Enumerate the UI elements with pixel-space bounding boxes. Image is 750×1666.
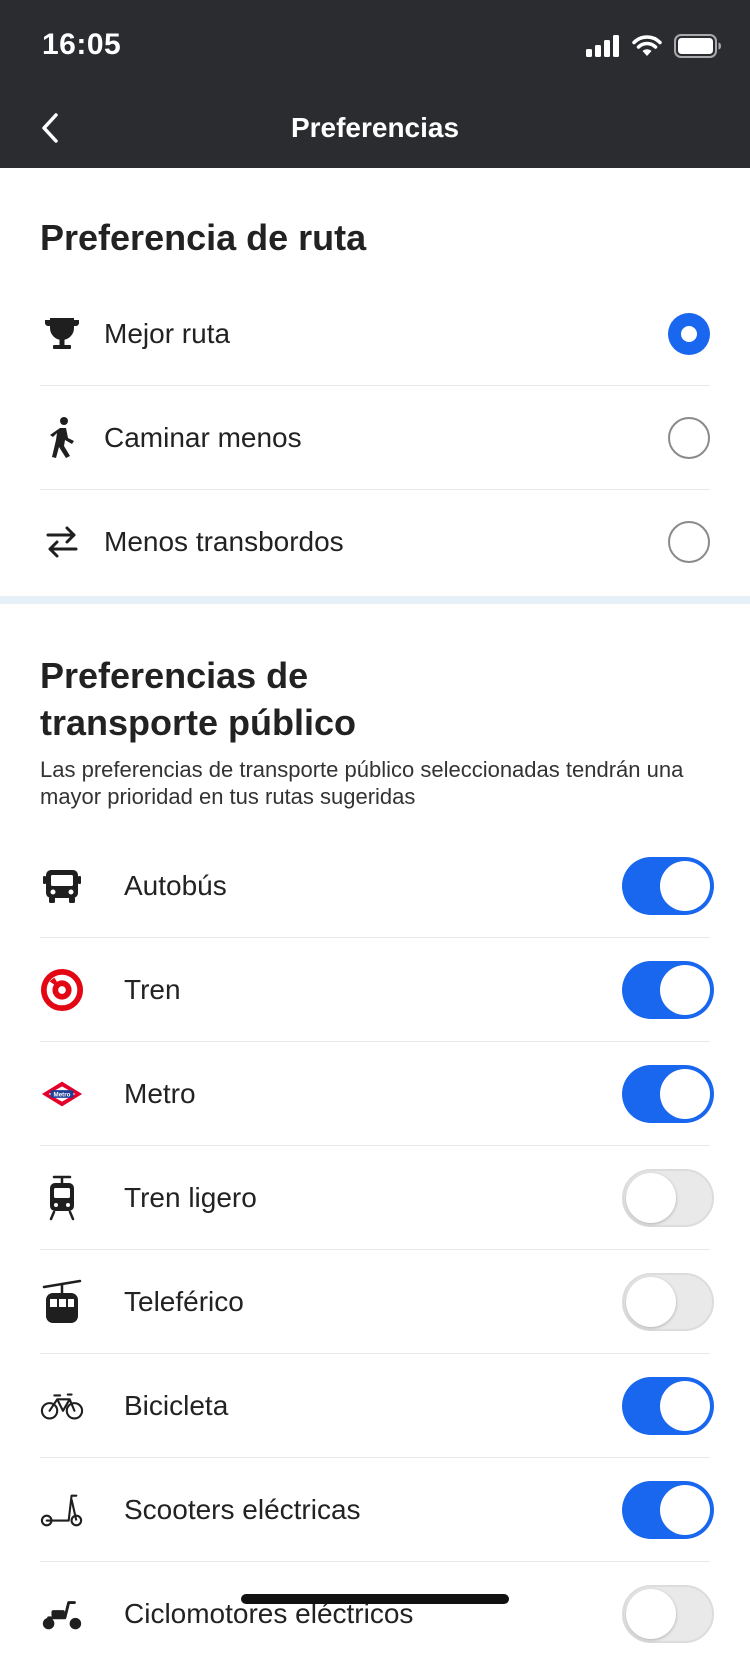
transport-description: Las preferencias de transporte público s… [40,757,684,809]
radio-best-route[interactable] [668,312,710,355]
toggle-knob [660,1380,710,1431]
toggle-cable-car[interactable] [622,1272,714,1331]
walk-icon [40,416,84,460]
cable-car-icon [40,1279,84,1324]
top-bar: 16:05 Preferencias [0,0,750,168]
mode-row-scooter[interactable]: Scooters eléctricas [40,1458,714,1562]
toggle-knob [626,1589,676,1639]
toggle-knob [626,1276,676,1327]
toggle-metro[interactable] [622,1064,714,1123]
battery-icon [674,34,721,58]
scooter-icon [40,1488,84,1532]
section-divider [0,596,750,604]
mode-label: Scooters eléctricas [124,1493,361,1525]
route-option-fewer-transfers[interactable]: Menos transbordos [40,490,710,594]
toggle-knob [660,1484,710,1535]
signal-icon [586,35,619,57]
status-icons [586,32,722,60]
mode-row-bicycle[interactable]: Bicicleta [40,1354,714,1458]
transport-title-line2: transporte público [40,702,357,743]
page-title: Preferencias [290,112,460,143]
toggle-knob [660,860,710,911]
mode-label: Tren ligero [124,1181,257,1213]
bus-icon [40,864,84,908]
mode-row-metro[interactable]: Metro Metro [40,1042,714,1146]
mode-row-light-rail[interactable]: Tren ligero [40,1146,714,1250]
toggle-light-rail[interactable] [622,1168,714,1227]
mode-row-bus[interactable]: Autobús [40,834,714,938]
route-option-best[interactable]: Mejor ruta [40,282,710,386]
light-rail-icon [40,1175,84,1220]
toggle-train[interactable] [622,960,714,1019]
mode-label: Tren [124,973,181,1005]
mode-label: Metro [124,1077,196,1109]
toggle-knob [626,1172,676,1223]
toggle-bus[interactable] [622,856,714,915]
metro-icon: Metro [40,1072,84,1116]
radio-less-walking[interactable] [668,416,710,459]
route-option-label: Caminar menos [104,421,302,453]
status-time: 16:05 [42,28,122,61]
toggle-bicycle[interactable] [622,1376,714,1435]
mode-label: Autobús [124,869,227,901]
route-section-title: Preferencia de ruta [40,217,367,258]
route-option-less-walking[interactable]: Caminar menos [40,386,710,490]
transport-title-line1: Preferencias de [40,655,309,696]
toggle-scooter[interactable] [622,1480,714,1539]
metro-icon-text: Metro [54,1091,71,1098]
transport-section-title: Preferencias de transporte público [40,652,356,746]
transfer-icon [40,520,84,564]
train-icon [40,968,84,1012]
toggle-knob [660,1068,710,1119]
mode-row-train[interactable]: Tren [40,938,714,1042]
radio-fewer-transfers[interactable] [668,521,710,563]
toggle-moped[interactable] [622,1585,714,1643]
home-indicator[interactable] [241,1594,509,1604]
mode-label: Bicicleta [124,1389,229,1421]
toggle-knob [660,964,710,1015]
moped-icon [40,1592,84,1636]
route-option-label: Mejor ruta [104,317,231,349]
bicycle-icon [40,1384,84,1428]
route-option-label: Menos transbordos [104,526,344,557]
mode-label: Teleférico [124,1285,244,1317]
mode-row-cable-car[interactable]: Teleférico [40,1250,714,1354]
trophy-icon [40,312,84,356]
mode-row-moped[interactable]: Ciclomotores eléctricos [40,1562,714,1666]
wifi-icon [632,35,662,56]
